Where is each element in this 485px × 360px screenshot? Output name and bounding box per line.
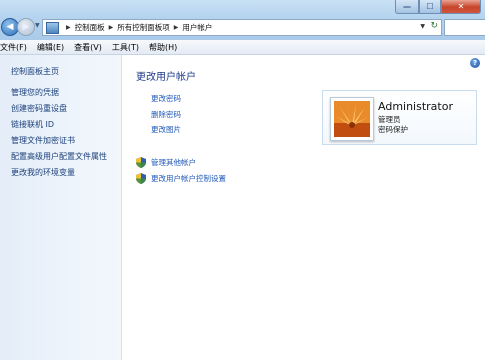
help-icon[interactable]: ? [470, 58, 480, 68]
chevron-right-icon[interactable]: ▶ [66, 24, 71, 31]
sidebar-item-environment-variables[interactable]: 更改我的环境变量 [11, 167, 75, 178]
sidebar-item-encryption-certificates[interactable]: 管理文件加密证书 [11, 135, 75, 146]
change-password-link[interactable]: 更改密码 [151, 93, 181, 104]
uac-settings-label: 更改用户帐户控制设置 [151, 174, 226, 183]
manage-other-accounts-link[interactable]: 管理其他帐户 [136, 157, 196, 168]
uac-settings-link[interactable]: 更改用户帐户控制设置 [136, 173, 226, 184]
sidebar-item-advanced-profile[interactable]: 配置高级用户配置文件属性 [11, 151, 107, 162]
breadcrumb-control-panel[interactable]: 控制面板 [75, 22, 105, 33]
remove-password-link[interactable]: 删除密码 [151, 109, 181, 120]
address-bar[interactable]: ▶ 控制面板 ▶ 所有控制面板项 ▶ 用户帐户 ▼ ↻ [42, 19, 442, 36]
flower-avatar-icon [334, 101, 370, 137]
page-title: 更改用户帐户 [136, 72, 196, 83]
forward-button[interactable]: ▶ [17, 18, 35, 36]
sidebar-item-control-panel-home[interactable]: 控制面板主页 [11, 66, 59, 77]
account-name: Administrator [378, 100, 453, 113]
avatar[interactable] [330, 97, 374, 141]
minimize-button[interactable]: — [395, 0, 419, 14]
window-controls: — ☐ ✕ [395, 0, 481, 14]
sidebar-item-password-reset-disk[interactable]: 创建密码重设盘 [11, 103, 67, 114]
forward-arrow-icon: ▶ [22, 22, 30, 32]
uac-shield-icon [136, 157, 146, 168]
menu-edit[interactable]: 编辑(E) [32, 42, 69, 53]
refresh-icon[interactable]: ↻ [430, 21, 438, 31]
chevron-right-icon[interactable]: ▶ [109, 24, 114, 31]
control-panel-icon [46, 21, 59, 34]
back-arrow-icon: ◀ [6, 22, 14, 32]
change-picture-link[interactable]: 更改图片 [151, 124, 181, 135]
close-button[interactable]: ✕ [441, 0, 481, 14]
menu-help[interactable]: 帮助(H) [144, 42, 182, 53]
recent-pages-dropdown[interactable]: ▼ [35, 22, 40, 29]
chevron-right-icon[interactable]: ▶ [174, 24, 179, 31]
breadcrumb-user-accounts[interactable]: 用户帐户 [182, 22, 212, 33]
maximize-button[interactable]: ☐ [419, 0, 441, 14]
account-status: 密码保护 [378, 125, 408, 134]
sidebar-item-manage-credentials[interactable]: 管理您的凭据 [11, 87, 59, 98]
account-card: Administrator 管理员 密码保护 [322, 90, 477, 145]
sidebar-item-link-online-id[interactable]: 链接联机 ID [11, 119, 54, 130]
breadcrumb-all-items[interactable]: 所有控制面板项 [117, 22, 170, 33]
uac-shield-icon [136, 173, 146, 184]
menu-bar: 文件(F) 编辑(E) 查看(V) 工具(T) 帮助(H) [0, 40, 485, 55]
window-chrome: — ☐ ✕ ◀ ▶ ▼ ▶ 控制面板 ▶ 所有控制面板项 ▶ 用户帐户 ▼ ↻ [0, 0, 485, 41]
menu-file[interactable]: 文件(F) [0, 42, 32, 53]
manage-other-accounts-label: 管理其他帐户 [151, 158, 196, 167]
sidebar: 控制面板主页 管理您的凭据 创建密码重设盘 链接联机 ID 管理文件加密证书 配… [0, 55, 122, 360]
menu-tools[interactable]: 工具(T) [107, 42, 144, 53]
search-input[interactable] [444, 19, 485, 36]
main-content: ? 更改用户帐户 更改密码 删除密码 更改图片 管理其他帐户 更改用户帐户控制设… [122, 55, 485, 360]
navigation-bar: ◀ ▶ ▼ ▶ 控制面板 ▶ 所有控制面板项 ▶ 用户帐户 ▼ ↻ [0, 16, 485, 38]
address-dropdown-icon[interactable]: ▼ [420, 23, 425, 30]
menu-view[interactable]: 查看(V) [69, 42, 107, 53]
